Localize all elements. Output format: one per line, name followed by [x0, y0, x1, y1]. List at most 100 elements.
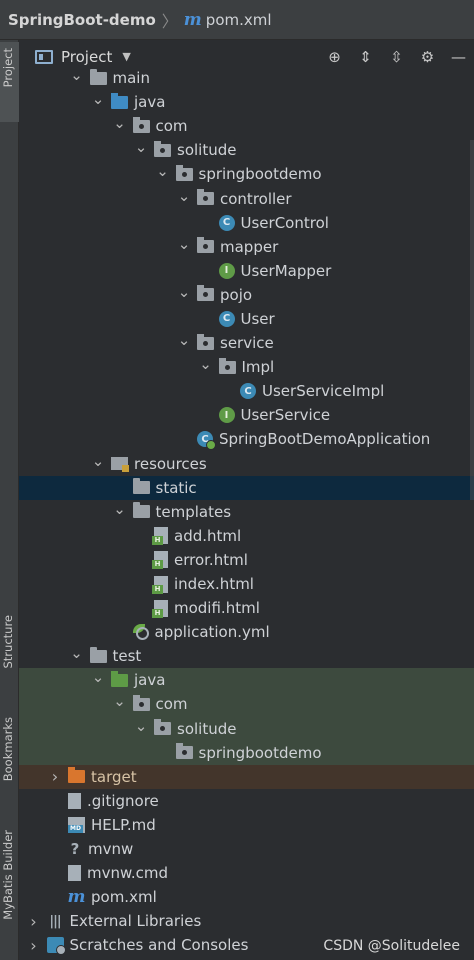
tree-node[interactable]: ⌄ main	[19, 66, 474, 90]
tree-node-label: service	[220, 334, 274, 353]
tree-node[interactable]: error.html	[19, 548, 474, 572]
tree-node-label: .gitignore	[87, 791, 159, 810]
tree-node[interactable]: mvnw.cmd	[19, 861, 474, 885]
folder-icon	[132, 502, 150, 519]
bookmarks-tab[interactable]: Bookmarks	[1, 717, 15, 781]
tree-node[interactable]: C UserControl	[19, 211, 474, 235]
tree-node[interactable]: ? mvnw	[19, 837, 474, 861]
tree-node-label: solitude	[177, 719, 237, 738]
collapse-all-icon[interactable]: ⇳	[381, 48, 412, 66]
tree-node[interactable]: index.html	[19, 572, 474, 596]
tree-node[interactable]: ⌄ com	[19, 692, 474, 717]
chevron-down-icon[interactable]: ⌄	[70, 66, 84, 84]
gitignore-file-icon	[68, 792, 81, 809]
tree-node-label: mvnw	[88, 840, 134, 859]
tree-node-label: UserMapper	[240, 261, 332, 280]
tree-node[interactable]: › ||| External Libraries	[19, 909, 474, 933]
tree-node[interactable]: ⌄ springbootdemo	[19, 162, 474, 186]
tree-node[interactable]: ⌄ solitude	[19, 138, 474, 162]
tree-node-label: resources	[134, 454, 207, 473]
tree-node-label: springbootdemo	[198, 743, 322, 762]
tree-node[interactable]: ⌄ java	[19, 668, 474, 693]
tree-node-label: application.yml	[154, 623, 270, 642]
tree-node[interactable]: C SpringBootDemoApplication	[19, 427, 474, 451]
package-icon	[197, 333, 214, 350]
breadcrumb-separator: 〉	[161, 11, 178, 31]
tree-node[interactable]: ⌄ test	[19, 644, 474, 668]
chevron-down-icon[interactable]: ⌄	[134, 717, 148, 735]
tree-node[interactable]: ⌄ templates	[19, 500, 474, 524]
tree-node[interactable]: ⌄ java	[19, 90, 474, 114]
chevron-down-icon[interactable]: ⌄	[134, 138, 148, 156]
chevron-down-icon[interactable]: ⌄	[113, 692, 127, 710]
chevron-down-icon[interactable]: ⌄	[91, 90, 105, 108]
tree-node[interactable]: ⌄ controller	[19, 186, 474, 210]
package-icon	[154, 719, 171, 736]
chevron-down-icon[interactable]: ⌄	[91, 452, 105, 470]
tree-node[interactable]: add.html	[19, 524, 474, 548]
interface-icon: I	[218, 407, 235, 424]
tree-node[interactable]: I UserMapper	[19, 259, 474, 283]
chevron-right-icon[interactable]: ›	[27, 936, 41, 955]
chevron-down-icon[interactable]: ⌄	[177, 187, 191, 205]
package-icon	[197, 189, 214, 206]
resources-folder-icon	[111, 457, 129, 473]
tree-node-label: test	[112, 647, 142, 666]
tree-node-label: UserServiceImpl	[262, 382, 385, 401]
hide-panel-icon[interactable]: —	[443, 48, 474, 66]
tree-node-label: mapper	[220, 237, 279, 256]
breadcrumb-file[interactable]: pom.xml	[206, 11, 272, 29]
tree-node[interactable]: ⌄ pojo	[19, 283, 474, 307]
tree-scrollbar[interactable]	[470, 140, 474, 500]
tree-node[interactable]: HELP.md	[19, 813, 474, 837]
chevron-down-icon[interactable]: ⌄	[177, 283, 191, 301]
project-tool-tab[interactable]: Project	[0, 42, 19, 122]
tree-node[interactable]: m pom.xml	[19, 885, 474, 909]
expand-all-icon[interactable]: ⇕	[350, 48, 381, 66]
chevron-down-icon[interactable]: ⌄	[113, 114, 127, 132]
tree-node-label: static	[155, 478, 197, 497]
tree-node[interactable]: › target	[19, 764, 474, 789]
interface-icon: I	[218, 262, 235, 279]
structure-tab[interactable]: Structure	[1, 615, 15, 669]
tree-node-label: mvnw.cmd	[87, 864, 169, 883]
tree-node[interactable]: modifi.html	[19, 596, 474, 620]
tree-node[interactable]: ⌄ mapper	[19, 235, 474, 259]
chevron-down-icon[interactable]: ⌄	[156, 162, 170, 180]
tree-node-label: Impl	[241, 358, 275, 377]
project-view-title[interactable]: Project	[61, 48, 112, 66]
chevron-down-icon[interactable]: ⌄	[199, 355, 213, 373]
tree-node[interactable]: C User	[19, 307, 474, 331]
breadcrumb-project[interactable]: SpringBoot-demo	[8, 11, 156, 29]
tree-node-label: java	[134, 671, 166, 690]
tree-node[interactable]: ⌄ solitude	[19, 716, 474, 741]
tree-node[interactable]: springbootdemo	[19, 740, 474, 765]
tree-node[interactable]: application.yml	[19, 620, 474, 644]
locate-file-icon[interactable]: ⊕	[319, 48, 350, 66]
tree-node[interactable]: ⌄ service	[19, 331, 474, 355]
chevron-right-icon[interactable]: ›	[48, 767, 62, 786]
breadcrumb: SpringBoot-demo 〉 m pom.xml	[0, 0, 474, 40]
view-mode-dropdown-icon[interactable]: ▼	[122, 50, 130, 63]
html-file-icon	[152, 527, 168, 546]
chevron-right-icon[interactable]: ›	[27, 912, 41, 931]
settings-gear-icon[interactable]: ⚙	[412, 48, 443, 66]
chevron-down-icon[interactable]: ⌄	[91, 668, 105, 686]
tree-node[interactable]: ⌄ Impl	[19, 355, 474, 379]
maven-file-icon: m	[67, 887, 86, 908]
package-icon	[175, 743, 193, 760]
tree-node[interactable]: ⌄ com	[19, 114, 474, 138]
tree-node[interactable]: I UserService	[19, 403, 474, 427]
tree-node-label: solitude	[177, 141, 237, 160]
tree-node[interactable]: C UserServiceImpl	[19, 379, 474, 403]
chevron-down-icon[interactable]: ⌄	[177, 331, 191, 349]
chevron-down-icon[interactable]: ⌄	[113, 500, 127, 518]
maven-icon: m	[183, 9, 202, 30]
chevron-down-icon[interactable]: ⌄	[70, 644, 84, 662]
package-icon	[197, 285, 214, 302]
tree-node[interactable]: .gitignore	[19, 789, 474, 813]
tree-node[interactable]: static	[19, 475, 474, 500]
tree-node[interactable]: ⌄ resources	[19, 452, 474, 476]
chevron-down-icon[interactable]: ⌄	[177, 235, 191, 253]
mybatis-builder-tab[interactable]: MyBatis Builder	[1, 830, 15, 920]
